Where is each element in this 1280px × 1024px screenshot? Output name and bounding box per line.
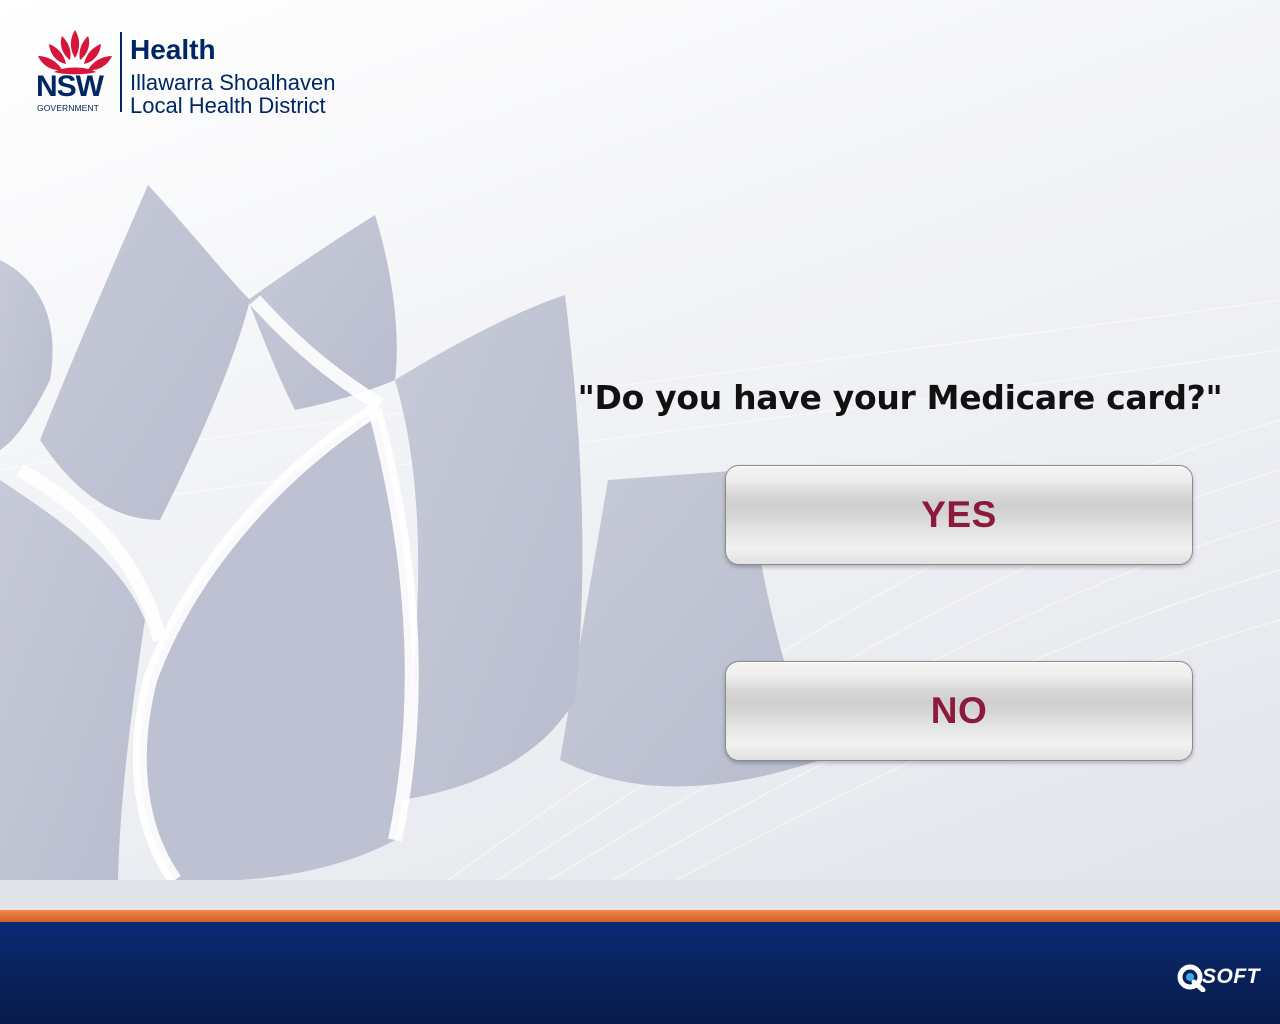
yes-button-label: YES — [921, 494, 997, 535]
yes-button[interactable]: YES — [725, 465, 1193, 565]
logo-government-text: GOVERNMENT — [37, 103, 99, 113]
no-button[interactable]: NO — [725, 661, 1193, 761]
orange-divider-stripe — [0, 910, 1280, 922]
qsoft-text: SOFT — [1202, 965, 1260, 988]
qsoft-logo: SOFT — [1176, 962, 1260, 992]
footer-bar: SOFT — [0, 922, 1280, 1024]
nsw-health-logo: NSW GOVERNMENT Health Illawarra Shoalhav… — [32, 28, 362, 120]
logo-nsw-text: NSW — [36, 70, 104, 103]
logo-district-line1: Illawarra Shoalhaven — [130, 70, 336, 95]
logo-health-text: Health — [130, 34, 216, 65]
logo-divider — [120, 32, 122, 112]
waratah-flower-icon — [38, 30, 112, 75]
question-prompt: "Do you have your Medicare card?" — [577, 378, 1223, 417]
no-button-label: NO — [930, 690, 988, 731]
waratah-watermark-background — [0, 185, 1280, 912]
logo-district-line2: Local Health District — [130, 93, 326, 118]
